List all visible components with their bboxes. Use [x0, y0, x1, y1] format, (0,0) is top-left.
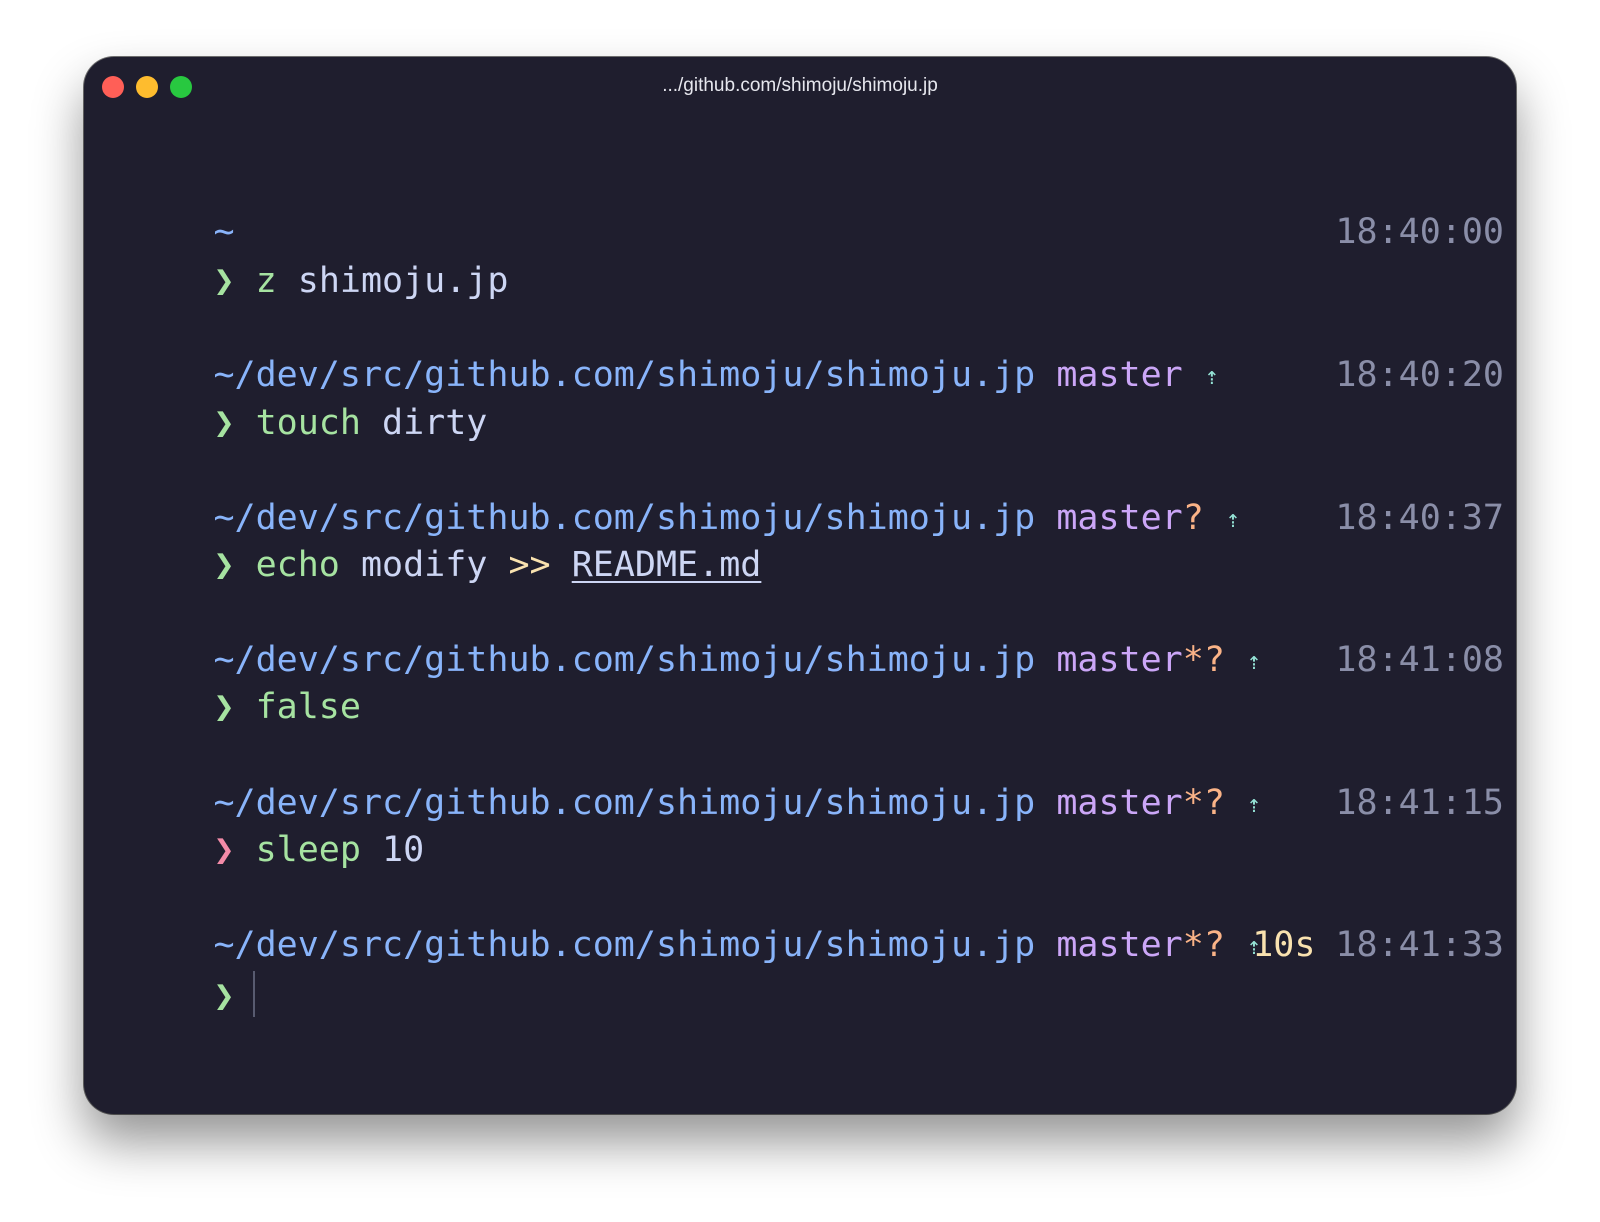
timestamp: 18:41:15: [1335, 783, 1504, 823]
command-line: ❯ sleep 10: [87, 784, 424, 870]
git-branch: master: [1056, 640, 1183, 680]
command-name: z: [255, 261, 277, 301]
prompt-right-info: 10s 18:41:33: [1126, 879, 1504, 965]
prompt-info-line: ~/dev/src/github.com/shimoju/shimoju.jp …: [87, 879, 1261, 965]
prompt-chevron-icon: ❯: [213, 687, 235, 727]
command-args: 10: [360, 830, 425, 870]
prompt-right-info: 18:41:08: [1209, 594, 1504, 680]
command-args: modify: [339, 545, 509, 585]
command-name: sleep: [255, 830, 361, 870]
command-input-line[interactable]: ❯: [87, 927, 255, 1017]
command-args: dirty: [360, 403, 488, 443]
prompt-chevron-icon: ❯: [213, 545, 235, 585]
terminal-window: .../github.com/shimoju/shimoju.jp ~ 18:4…: [84, 57, 1516, 1114]
prompt-chevron-icon: ❯: [213, 403, 235, 443]
timestamp: 18:40:20: [1335, 355, 1504, 395]
prompt-info-line: ~/dev/src/github.com/shimoju/shimoju.jp …: [87, 452, 1240, 538]
timestamp: 18:40:00: [1335, 212, 1504, 252]
command-duration: 10s: [1252, 925, 1316, 965]
command-name: touch: [255, 403, 361, 443]
git-branch: master: [1056, 498, 1183, 538]
command-name: false: [255, 687, 361, 727]
prompt-info-line: ~/dev/src/github.com/shimoju/shimoju.jp …: [87, 737, 1261, 823]
timestamp: 18:40:37: [1335, 498, 1504, 538]
command-line: ❯ false: [87, 641, 361, 727]
prompt-chevron-icon: ❯: [213, 976, 235, 1016]
command-line: ❯ echo modify >> README.md: [87, 499, 761, 585]
command-line: ❯ touch dirty: [87, 357, 487, 443]
cwd-path: ~/dev/src/github.com/shimoju/shimoju.jp: [213, 925, 1036, 965]
timestamp: 18:41:08: [1335, 640, 1504, 680]
timestamp: 18:41:33: [1335, 925, 1504, 965]
command-line: ❯ z shimoju.jp: [87, 215, 508, 301]
prompt-chevron-icon: ❯: [213, 261, 235, 301]
command-args: shimoju.jp: [276, 261, 509, 301]
prompt-info-line: ~/dev/src/github.com/shimoju/shimoju.jp …: [87, 309, 1219, 395]
command-name: echo: [255, 545, 340, 585]
prompt-right-info: 18:40:37: [1209, 452, 1504, 538]
terminal-output[interactable]: ~ 18:40:00 ❯ z shimoju.jp ~/dev/src/gith…: [84, 57, 1516, 1114]
git-branch: master: [1056, 355, 1183, 395]
prompt-info-line: ~/dev/src/github.com/shimoju/shimoju.jp …: [87, 594, 1261, 680]
git-dirty-status: ?: [1182, 498, 1204, 538]
file-path-link[interactable]: README.md: [572, 545, 762, 585]
text-cursor: [252, 971, 255, 1017]
prompt-right-info: 18:40:20: [1209, 309, 1504, 395]
prompt-info-line: ~: [87, 166, 234, 252]
prompt-chevron-error-icon: ❯: [213, 830, 235, 870]
git-branch: master: [1056, 783, 1183, 823]
redirect-operator: >>: [508, 545, 551, 585]
prompt-right-info: 18:41:15: [1209, 737, 1504, 823]
prompt-right-info: 18:40:00: [1209, 166, 1504, 252]
